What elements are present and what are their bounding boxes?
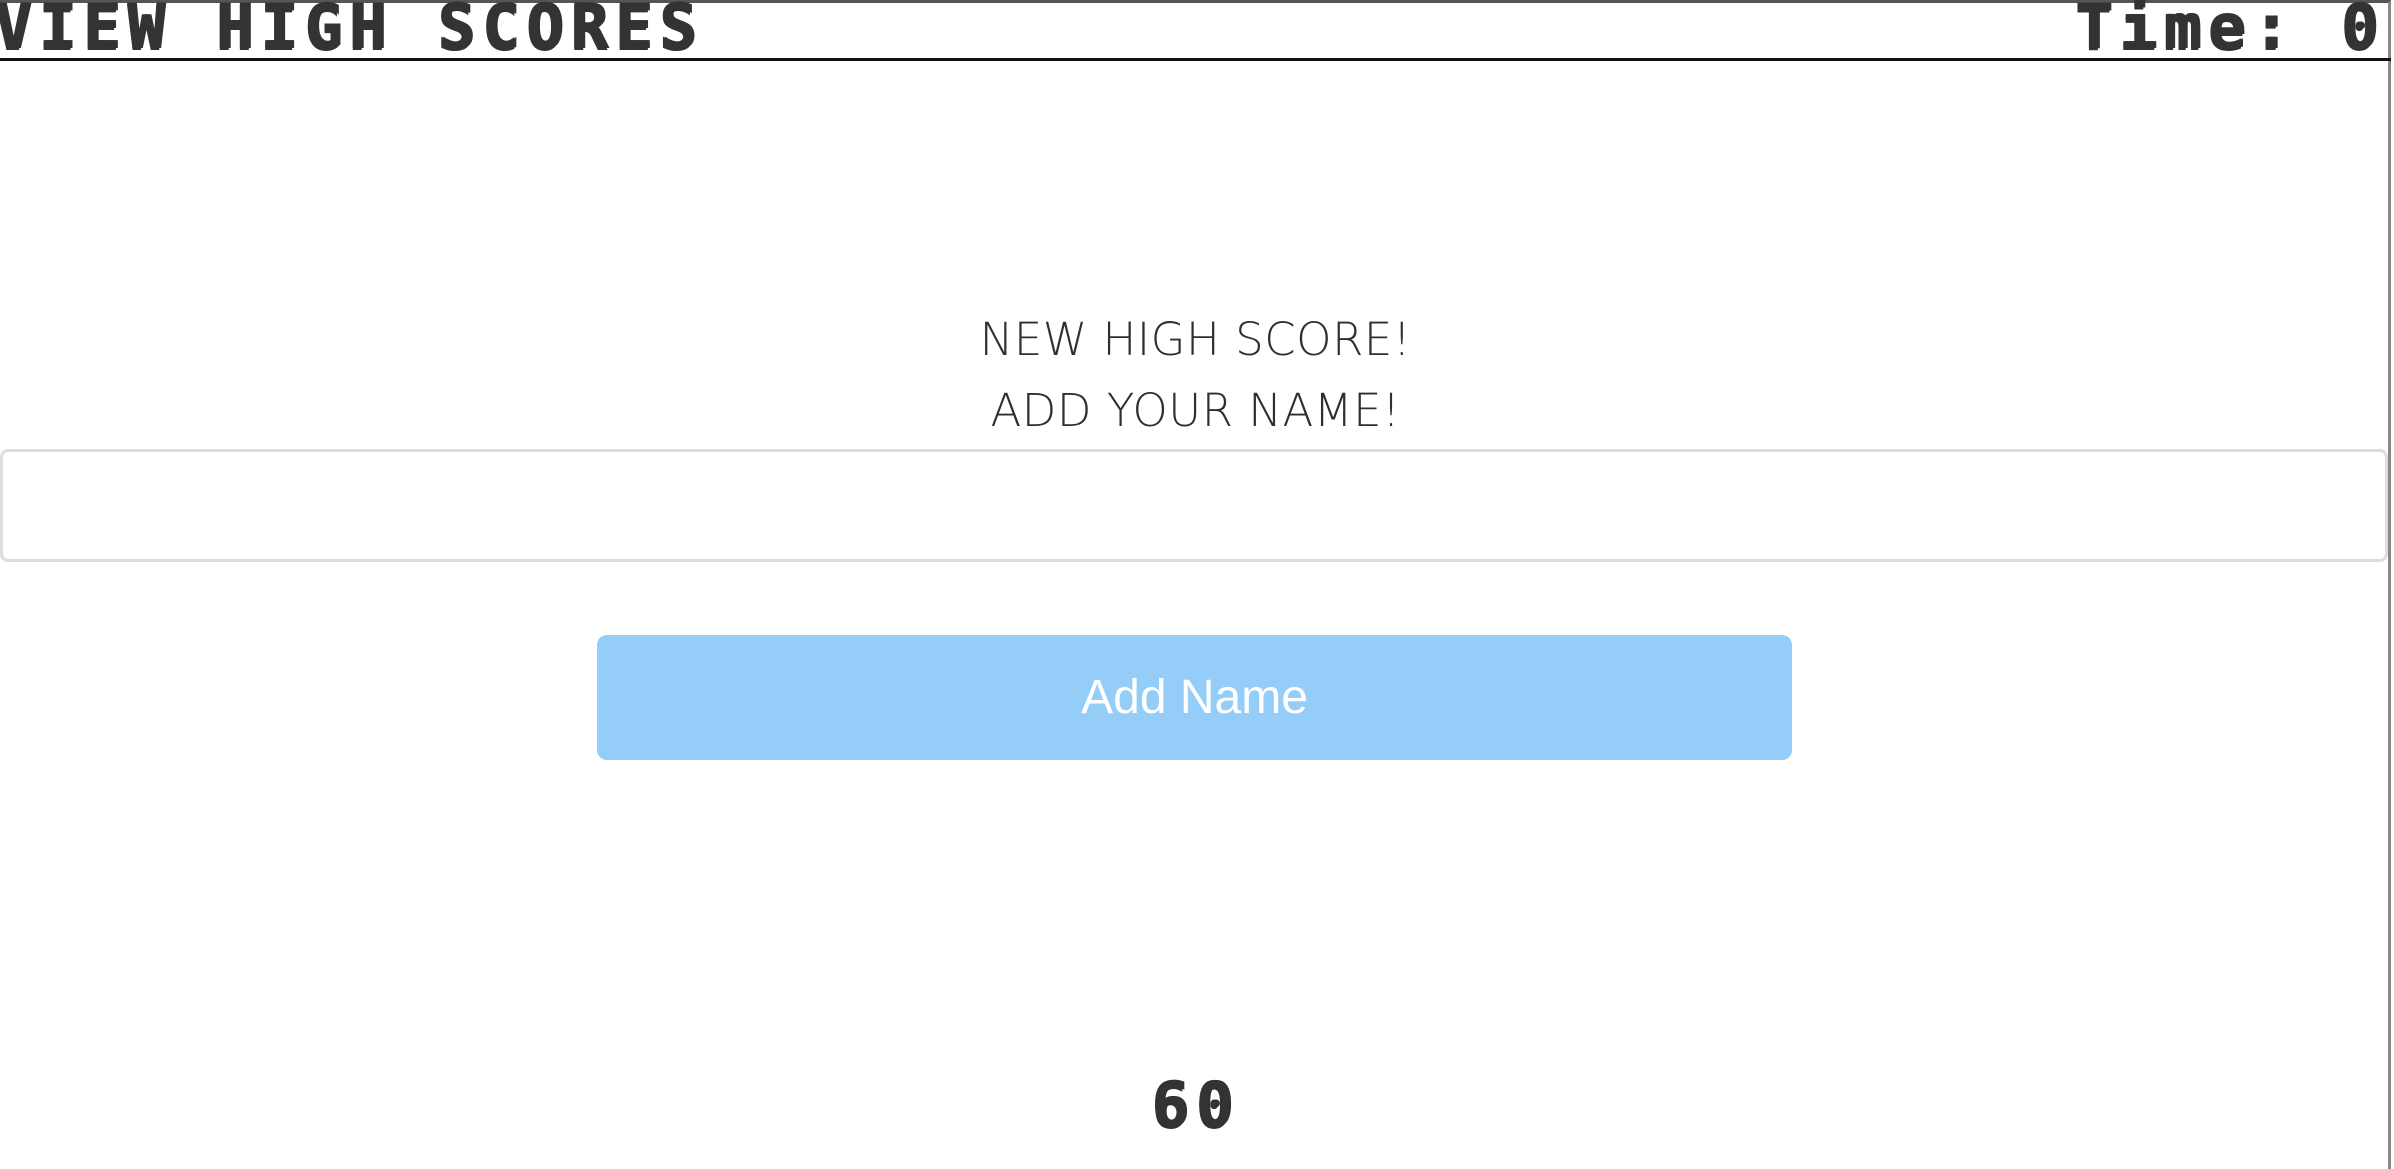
- timer-label: Time:: [2074, 0, 2297, 63]
- final-score: 60: [1151, 1068, 1240, 1141]
- timer-value: 0: [2340, 0, 2385, 63]
- top-bar: VIEW HIGH SCORES Time: 0: [0, 0, 2391, 61]
- timer: Time: 0: [2075, 0, 2385, 59]
- new-high-score-heading: NEW HIGH SCORE!: [979, 313, 1412, 366]
- add-your-name-prompt: ADD YOUR NAME!: [990, 384, 1401, 437]
- add-name-button[interactable]: Add Name: [597, 635, 1792, 760]
- name-input[interactable]: [0, 449, 2388, 562]
- view-high-scores-link[interactable]: VIEW HIGH SCORES: [0, 0, 703, 59]
- viewport-frame: [0, 0, 2391, 1169]
